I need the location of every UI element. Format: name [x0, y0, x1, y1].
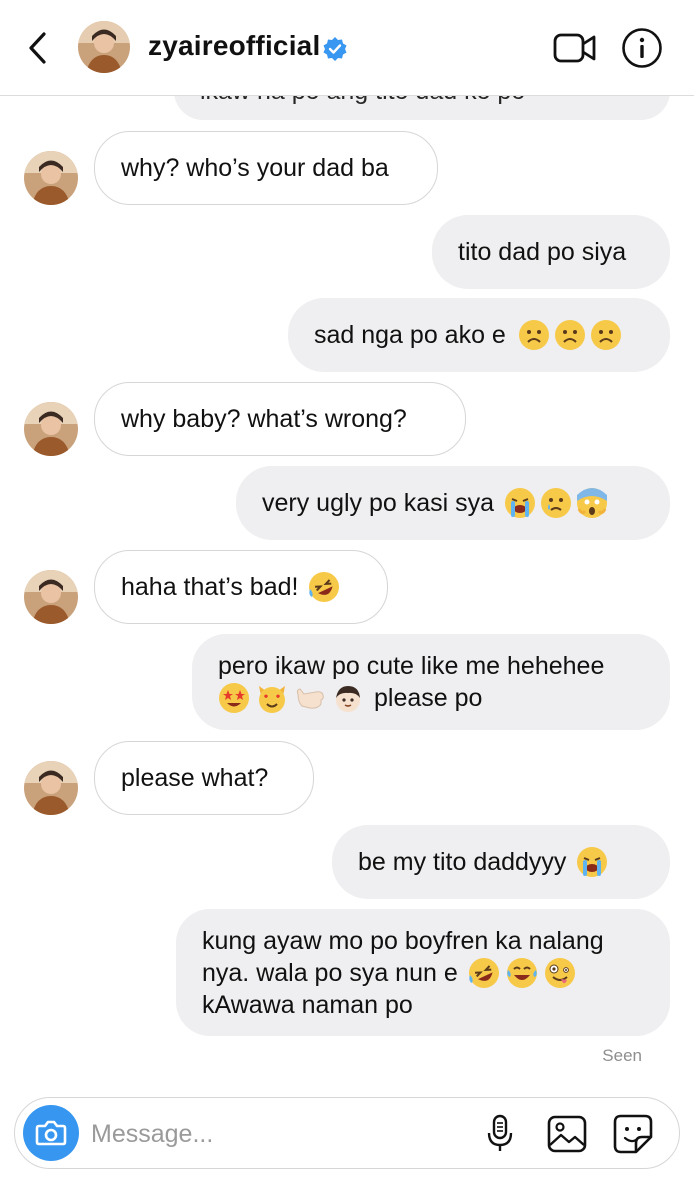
- verified-badge-icon: [323, 37, 347, 61]
- message-bubble-outgoing: sad nga po ako e: [288, 298, 670, 372]
- frowning-face-icon: [554, 320, 585, 350]
- message-bubble-incoming: please what?: [94, 741, 314, 815]
- boy-icon: [336, 686, 360, 712]
- message-bubble-outgoing: very ugly po kasi sya: [236, 466, 670, 540]
- sticker-icon[interactable]: [612, 1113, 654, 1155]
- rolling-on-the-floor-laughing-icon: [468, 957, 499, 988]
- avatar[interactable]: [24, 151, 78, 205]
- rolling-on-the-floor-laughing-icon: [309, 572, 340, 602]
- avatar[interactable]: [24, 761, 78, 815]
- camera-button[interactable]: [23, 1105, 79, 1161]
- smiling-cat-heart-eyes-icon: [259, 686, 285, 713]
- microphone-icon[interactable]: [484, 1114, 516, 1154]
- message-bubble-incoming: why baby? what’s wrong?: [94, 382, 466, 456]
- avatar[interactable]: [24, 402, 78, 456]
- camera-icon: [35, 1120, 67, 1146]
- star-struck-icon: [219, 683, 249, 713]
- image-icon[interactable]: [546, 1114, 588, 1154]
- loudly-crying-face-icon: [505, 488, 536, 518]
- seen-status: Seen: [602, 1046, 642, 1065]
- video-camera-icon[interactable]: [553, 30, 597, 66]
- message-line: nya. wala po sya nun e: [202, 957, 576, 989]
- crying-face-icon: [541, 488, 572, 518]
- avatar[interactable]: [78, 21, 130, 73]
- face-screaming-in-fear-icon: [577, 488, 608, 518]
- info-icon[interactable]: [621, 27, 663, 69]
- loudly-crying-face-icon: [577, 847, 608, 877]
- message-bubble-outgoing: tito dad po siya: [432, 215, 670, 289]
- zany-face-icon: [544, 957, 575, 988]
- message-bubble-outgoing: be my tito daddyyy: [332, 825, 670, 899]
- chevron-left-icon[interactable]: [22, 28, 56, 68]
- message-input[interactable]: [91, 1116, 391, 1152]
- frowning-face-icon: [590, 320, 621, 350]
- message-bubble-incoming: why? who’s your dad ba: [94, 131, 438, 205]
- call-me-hand-icon: [296, 688, 324, 709]
- message-line: please po: [218, 682, 482, 714]
- chat-username[interactable]: zyaireofficial: [148, 30, 320, 62]
- chat-header: zyaireofficial: [0, 0, 694, 96]
- message-bubble-outgoing: pero ikaw po cute like me hehehee please…: [192, 634, 670, 730]
- message-bubble-outgoing: kung ayaw mo po boyfren ka nalang nya. w…: [176, 909, 670, 1036]
- face-with-tears-of-joy-icon: [506, 957, 537, 988]
- message-composer: [14, 1097, 680, 1169]
- message-bubble-incoming: haha that’s bad!: [94, 550, 388, 624]
- frowning-face-icon: [518, 320, 549, 350]
- avatar[interactable]: [24, 570, 78, 624]
